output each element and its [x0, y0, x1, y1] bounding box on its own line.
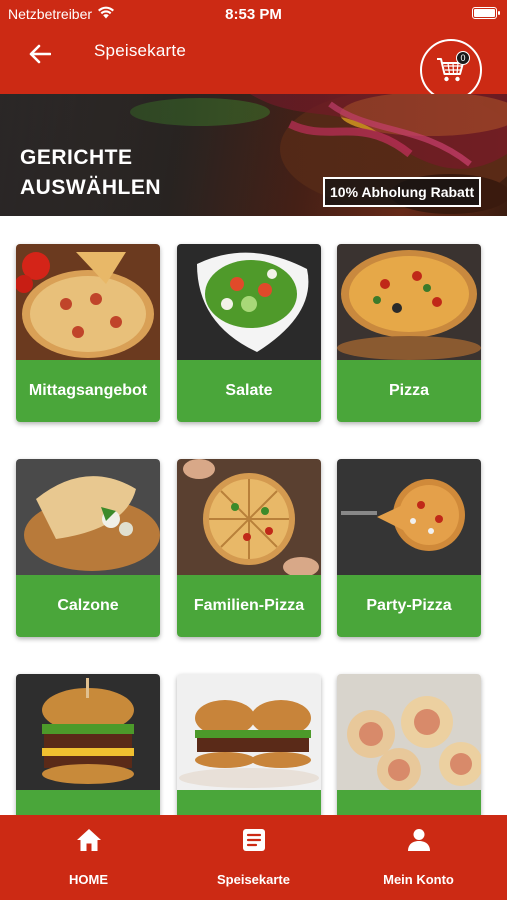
category-image	[16, 674, 160, 790]
nav-item-mein-konto[interactable]: Mein Konto	[334, 815, 503, 900]
cart-button[interactable]: 0	[420, 39, 482, 101]
category-card-party-pizza[interactable]: Party-Pizza	[337, 459, 481, 637]
category-label: Familien-Pizza	[177, 575, 321, 637]
back-button[interactable]	[24, 38, 56, 70]
category-image	[337, 244, 481, 360]
app-header: Speisekarte 0	[0, 28, 507, 101]
category-card-mittagsangebot[interactable]: Mittagsangebot	[16, 244, 160, 422]
user-icon	[407, 829, 430, 851]
category-label: Mittagsangebot	[16, 360, 160, 422]
category-label: Calzone	[16, 575, 160, 637]
nav-label-home: HOME	[69, 872, 108, 887]
arrow-left-icon	[29, 44, 51, 64]
category-card-pizza[interactable]: Pizza	[337, 244, 481, 422]
category-image	[337, 459, 481, 575]
home-icon	[76, 829, 101, 851]
bottom-navigation: HOME Speisekarte Mein Konto	[0, 815, 507, 900]
cart-count-badge: 0	[456, 51, 470, 65]
battery-icon	[472, 7, 500, 19]
nav-item-speisekarte[interactable]: Speisekarte	[169, 815, 338, 900]
category-label: Party-Pizza	[337, 575, 481, 637]
category-image	[337, 674, 481, 790]
menu-list-icon	[242, 829, 265, 851]
banner-headline: GERICHTE AUSWÄHLEN	[20, 146, 161, 199]
category-grid: Mittagsangebot Salate Pizza Calzone Fami…	[0, 216, 507, 852]
category-image	[177, 459, 321, 575]
hero-banner: GERICHTE AUSWÄHLEN 10% Abholung Rabatt	[0, 94, 507, 216]
category-image	[177, 244, 321, 360]
category-label: Pizza	[337, 360, 481, 422]
page-title: Speisekarte	[94, 41, 186, 60]
category-label: Salate	[177, 360, 321, 422]
category-image	[16, 459, 160, 575]
nav-item-home[interactable]: HOME	[4, 815, 173, 900]
status-bar: Netzbetreiber 8:53 PM	[0, 0, 507, 28]
category-image	[16, 244, 160, 360]
category-card-salate[interactable]: Salate	[177, 244, 321, 422]
nav-label-speisekarte: Speisekarte	[217, 872, 290, 887]
nav-label-mein-konto: Mein Konto	[383, 872, 454, 887]
discount-badge: 10% Abholung Rabatt	[323, 177, 482, 207]
status-time: 8:53 PM	[225, 6, 282, 23]
category-image	[177, 674, 321, 790]
category-card-calzone[interactable]: Calzone	[16, 459, 160, 637]
category-card-familien-pizza[interactable]: Familien-Pizza	[177, 459, 321, 637]
